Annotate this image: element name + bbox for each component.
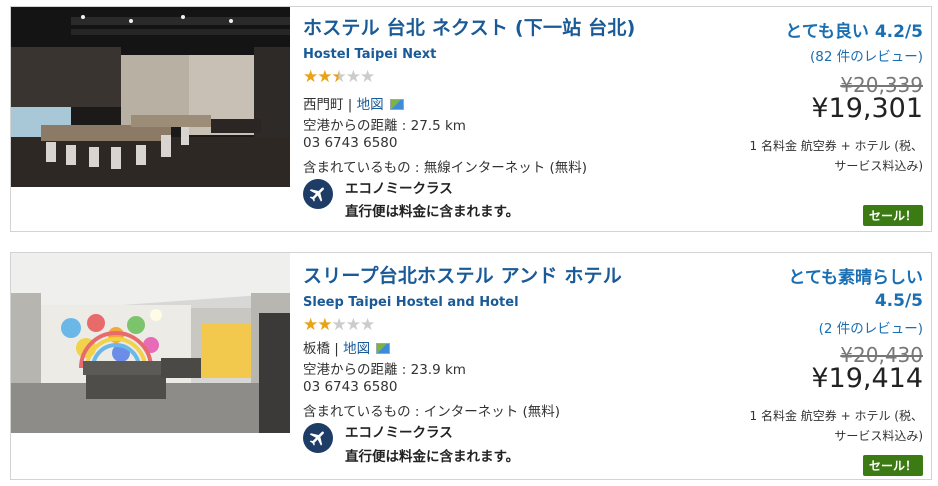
map-icon[interactable]	[389, 98, 404, 110]
hotel-name[interactable]: ホステル 台北 ネクスト (下一站 台北)	[303, 13, 635, 40]
star-rating: ★★★★★	[303, 315, 375, 335]
hotel-card-1: ホステル 台北 ネクスト (下一站 台北) Hostel Taipei Next…	[10, 6, 932, 232]
hotel-name-english[interactable]: Hostel Taipei Next	[303, 47, 436, 62]
hotel-name-english[interactable]: Sleep Taipei Hostel and Hotel	[303, 295, 519, 310]
current-price[interactable]: ¥19,414	[811, 363, 923, 394]
airport-distance: 空港からの距離 : 27.5 km	[303, 118, 466, 134]
map-icon[interactable]	[376, 342, 391, 354]
area-name: 西門町	[303, 97, 344, 113]
sale-badge: セール！	[862, 455, 923, 476]
airplane-icon	[303, 179, 333, 209]
sale-badge: セール！	[862, 205, 923, 226]
flight-note: 直行便は料金に含まれます。	[345, 449, 520, 465]
airplane-icon	[303, 423, 333, 453]
review-count[interactable]: (82 件のレビュー)	[810, 45, 923, 65]
current-price[interactable]: ¥19,301	[811, 93, 923, 124]
hotel-photo[interactable]	[11, 7, 290, 187]
map-link[interactable]: 地図	[357, 97, 384, 113]
map-link[interactable]: 地図	[343, 341, 370, 357]
price-note-2: サービス料込み)	[834, 429, 923, 443]
airport-distance: 空港からの距離 : 23.9 km	[303, 362, 466, 378]
included-amenities: 含まれているもの : インターネット (無料)	[303, 404, 561, 420]
guest-rating[interactable]: とても良い 4.2/5	[785, 17, 923, 42]
phone-number: 03 6743 6580	[303, 379, 398, 395]
included-amenities: 含まれているもの : 無線インターネット (無料)	[303, 160, 588, 176]
star-rating: ★★★★★	[303, 67, 375, 87]
location-line: 板橋 | 地図	[303, 337, 391, 357]
phone-number: 03 6743 6580	[303, 135, 398, 151]
flight-note: 直行便は料金に含まれます。	[345, 204, 520, 220]
area-name: 板橋	[303, 341, 330, 357]
hotel-card-2: スリープ台北ホステル アンド ホテル Sleep Taipei Hostel a…	[10, 252, 932, 480]
hotel-name[interactable]: スリープ台北ホステル アンド ホテル	[303, 261, 622, 288]
flight-class: エコノミークラス	[345, 181, 453, 197]
flight-class: エコノミークラス	[345, 425, 453, 441]
hotel-photo[interactable]	[11, 253, 290, 433]
review-count[interactable]: (2 件のレビュー)	[819, 317, 923, 337]
price-note: 1 名料金 航空券 + ホテル (税、	[749, 409, 923, 423]
guest-rating-score[interactable]: 4.5/5	[875, 291, 923, 311]
price-note: 1 名料金 航空券 + ホテル (税、	[749, 139, 923, 153]
guest-rating[interactable]: とても素晴らしい	[788, 263, 923, 288]
price-note-2: サービス料込み)	[834, 159, 923, 173]
location-line: 西門町 | 地図	[303, 93, 404, 113]
